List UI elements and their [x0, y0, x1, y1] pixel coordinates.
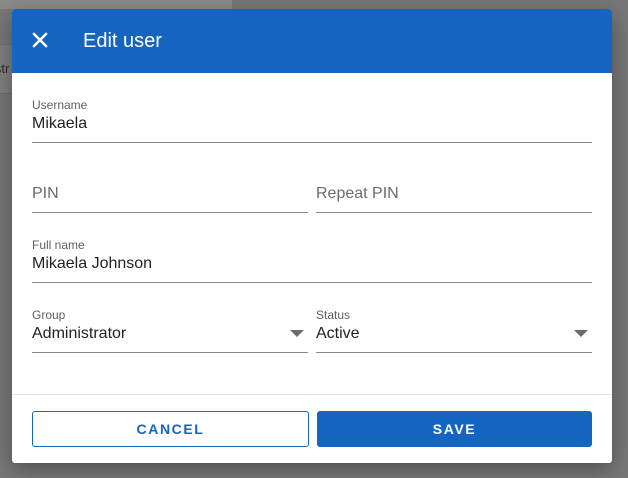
- status-value: Active: [316, 325, 360, 342]
- pin-placeholder: PIN: [32, 185, 59, 202]
- chevron-down-icon[interactable]: [574, 330, 588, 337]
- background-toolbar: istr: [0, 44, 12, 94]
- username-value: Mikaela: [32, 115, 88, 132]
- dialog-divider: [12, 394, 612, 395]
- chevron-down-icon[interactable]: [290, 330, 304, 337]
- background-top-panel: [0, 0, 232, 9]
- status-select[interactable]: Status Active: [316, 308, 592, 353]
- dialog-title: Edit user: [83, 30, 162, 52]
- full-name-label: Full name: [32, 238, 85, 252]
- status-label: Status: [316, 308, 351, 322]
- full-name-field[interactable]: Full name Mikaela Johnson: [32, 238, 592, 283]
- background-toolbar-text: istr: [0, 61, 10, 76]
- edit-user-dialog: Edit user Username Mikaela PIN Repeat PI…: [12, 9, 612, 463]
- group-select[interactable]: Group Administrator: [32, 308, 308, 353]
- full-name-value: Mikaela Johnson: [32, 255, 153, 272]
- repeat-pin-placeholder: Repeat PIN: [316, 185, 399, 202]
- username-label: Username: [32, 98, 88, 112]
- cancel-button[interactable]: CANCEL: [32, 411, 309, 447]
- dialog-header: Edit user: [12, 9, 612, 73]
- pin-field[interactable]: PIN: [32, 168, 308, 213]
- save-button[interactable]: SAVE: [317, 411, 592, 447]
- close-icon: [32, 32, 48, 48]
- username-field[interactable]: Username Mikaela: [32, 98, 592, 143]
- close-button[interactable]: [26, 26, 54, 54]
- repeat-pin-field[interactable]: Repeat PIN: [316, 168, 592, 213]
- group-value: Administrator: [32, 325, 127, 342]
- group-label: Group: [32, 308, 66, 322]
